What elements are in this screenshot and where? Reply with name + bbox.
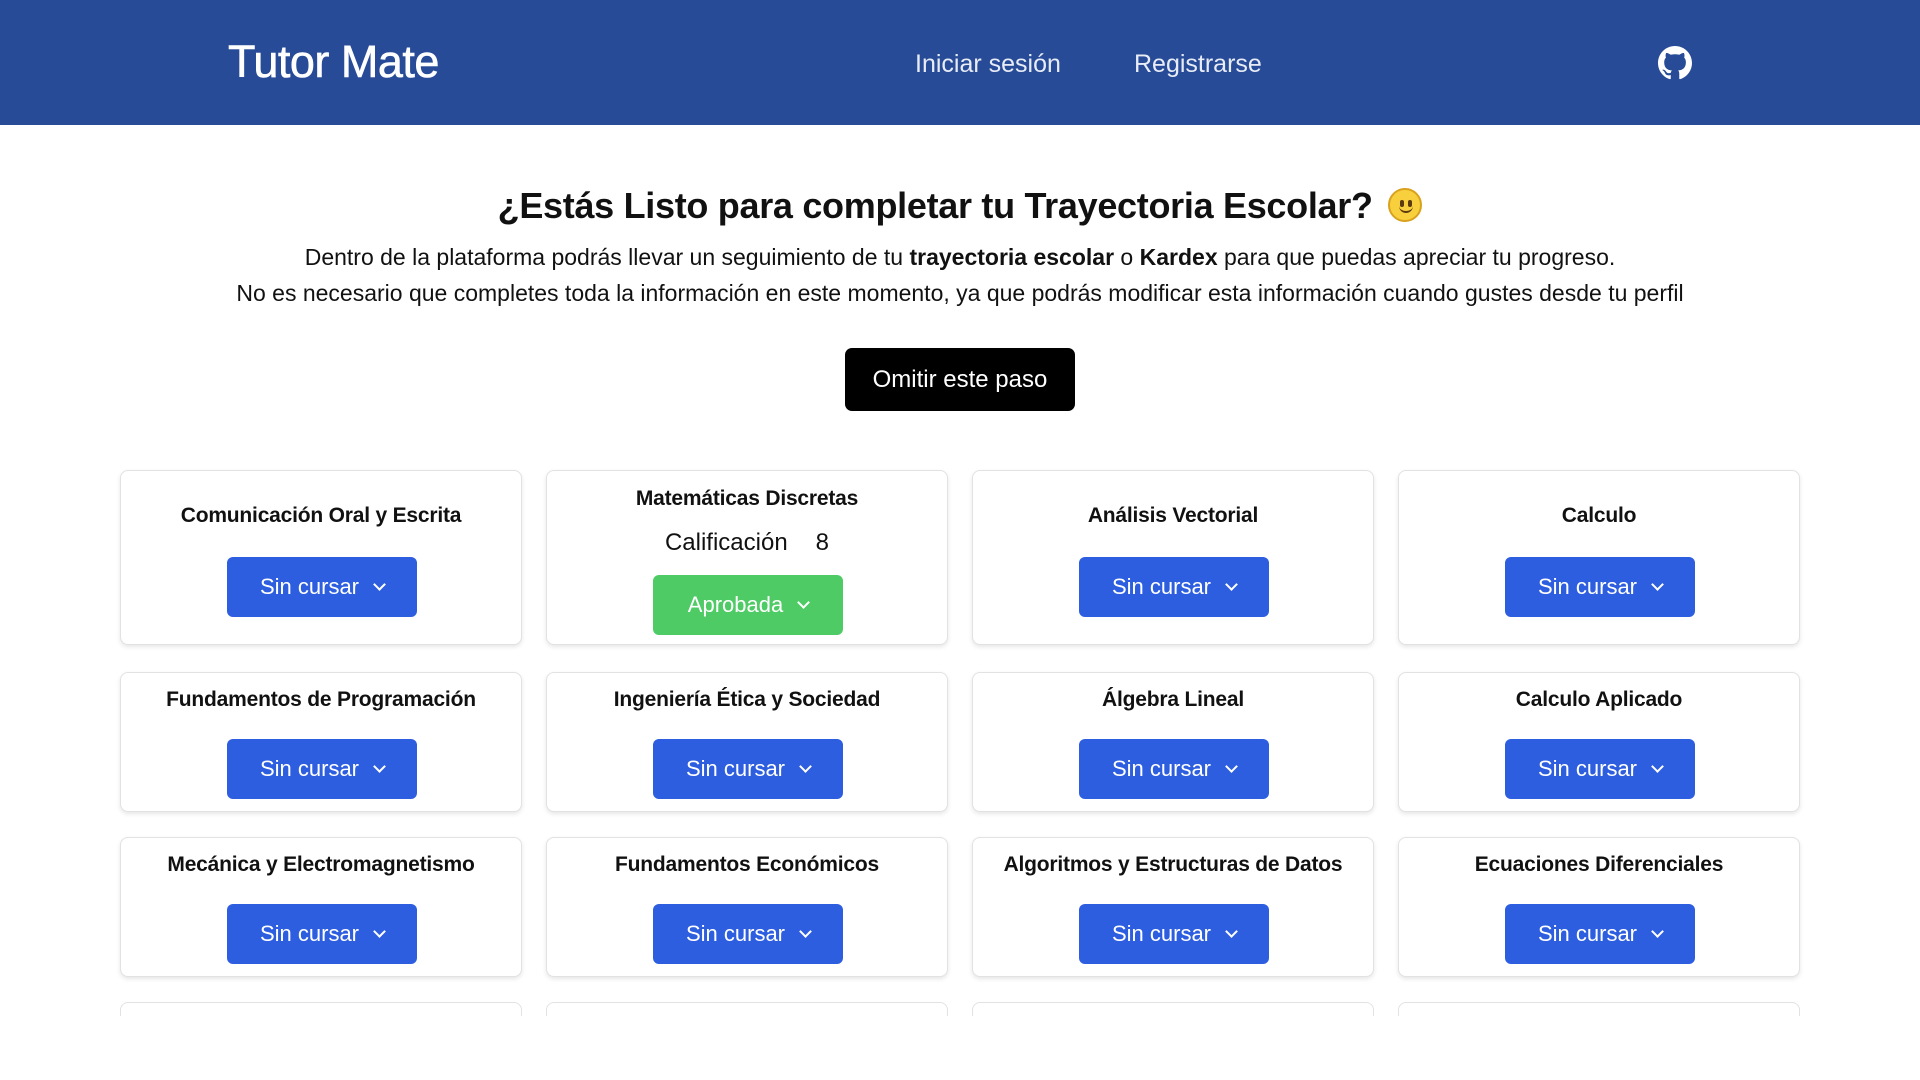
skip-step-button[interactable]: Omitir este paso <box>845 348 1075 411</box>
chevron-down-icon <box>1651 925 1664 938</box>
status-label: Sin cursar <box>1111 921 1212 946</box>
chevron-down-icon <box>799 925 812 938</box>
status-label: Sin cursar <box>685 921 786 946</box>
status-label: Sin cursar <box>1111 574 1212 599</box>
chevron-down-icon <box>1651 578 1664 591</box>
intro-section: ¿Estás Listo para completar tu Trayector… <box>0 185 1920 311</box>
subject-card: Ecuaciones Diferenciales Sin cursar <box>1398 837 1800 977</box>
status-dropdown-button[interactable]: Sin cursar <box>1079 904 1269 964</box>
github-icon[interactable] <box>1658 46 1692 80</box>
chevron-down-icon <box>1225 578 1238 591</box>
subject-card: Ingeniería Ética y Sociedad Sin cursar <box>546 672 948 812</box>
grade-value[interactable]: 8 <box>816 529 829 556</box>
intro-line-1: Dentro de la plataforma podrás llevar un… <box>0 239 1920 275</box>
subject-name: Fundamentos de Programación <box>166 688 476 711</box>
subject-name: Álgebra Lineal <box>1102 688 1244 711</box>
subject-card-partial <box>120 1002 522 1016</box>
subject-card: Calculo Aplicado Sin cursar <box>1398 672 1800 812</box>
status-dropdown-button[interactable]: Sin cursar <box>227 904 417 964</box>
status-dropdown-button[interactable]: Sin cursar <box>1079 739 1269 799</box>
chevron-down-icon <box>373 760 386 773</box>
chevron-down-icon <box>799 760 812 773</box>
subject-name: Calculo <box>1561 504 1637 527</box>
status-label: Aprobada <box>687 592 784 617</box>
page-title-text: ¿Estás Listo para completar tu Trayector… <box>497 185 1373 226</box>
subject-card: Matemáticas Discretas Calificación 8 Aproba… <box>546 470 948 645</box>
subject-name: Matemáticas Discretas <box>635 487 859 510</box>
intro-text-part: o <box>1114 244 1140 270</box>
status-label: Sin cursar <box>1111 756 1212 781</box>
subject-name: Ecuaciones Diferenciales <box>1474 853 1724 876</box>
intro-bold-kardex: Kardex <box>1139 244 1218 270</box>
subject-name: Fundamentos Económicos <box>615 853 879 876</box>
subject-card: Calculo Sin cursar <box>1398 470 1800 645</box>
status-dropdown-button[interactable]: Sin cursar <box>1079 557 1269 617</box>
intro-text-part: Dentro de la plataforma podrás llevar un… <box>304 244 910 270</box>
chevron-down-icon <box>1225 760 1238 773</box>
grade-row: Calificación 8 <box>547 529 947 557</box>
intro-text-part: para que puedas apreciar tu progreso. <box>1217 244 1616 270</box>
status-label: Sin cursar <box>1537 574 1638 599</box>
status-dropdown-button[interactable]: Aprobada <box>653 575 843 635</box>
subject-card: Análisis Vectorial Sin cursar <box>972 470 1374 645</box>
status-dropdown-button[interactable]: Sin cursar <box>1505 904 1695 964</box>
brand-logo[interactable]: Tutor Mate <box>228 36 440 88</box>
slightly-smiling-face-icon <box>1388 188 1423 222</box>
status-label: Sin cursar <box>259 921 360 946</box>
subject-card: Álgebra Lineal Sin cursar <box>972 672 1374 812</box>
subject-name: Análisis Vectorial <box>1087 504 1259 527</box>
subject-card: Algoritmos y Estructuras de Datos Sin cur… <box>972 837 1374 977</box>
status-label: Sin cursar <box>259 756 360 781</box>
register-link[interactable]: Registrarse <box>1134 50 1262 79</box>
chevron-down-icon <box>797 596 811 609</box>
chevron-down-icon <box>1651 760 1664 773</box>
subject-card: Fundamentos de Programación Sin cursar <box>120 672 522 812</box>
chevron-down-icon <box>373 578 386 591</box>
status-label: Sin cursar <box>1537 921 1638 946</box>
status-dropdown-button[interactable]: Sin cursar <box>227 739 417 799</box>
subject-name: Ingeniería Ética y Sociedad <box>613 688 881 711</box>
status-dropdown-button[interactable]: Sin cursar <box>227 557 417 617</box>
status-label: Sin cursar <box>259 574 360 599</box>
status-dropdown-button[interactable]: Sin cursar <box>653 904 843 964</box>
status-label: Sin cursar <box>685 756 786 781</box>
subject-name: Calculo Aplicado <box>1515 688 1683 711</box>
subject-card-partial <box>546 1002 948 1016</box>
intro-line-2: No es necesario que completes toda la in… <box>236 280 1684 306</box>
subject-card: Mecánica y Electromagnetismo Sin cursar <box>120 837 522 977</box>
chevron-down-icon <box>373 925 386 938</box>
intro-bold-trayectoria: trayectoria escolar <box>909 244 1115 270</box>
status-dropdown-button[interactable]: Sin cursar <box>653 739 843 799</box>
chevron-down-icon <box>1225 925 1238 938</box>
status-dropdown-button[interactable]: Sin cursar <box>1505 739 1695 799</box>
subject-card-partial <box>1398 1002 1800 1016</box>
subject-card-partial <box>972 1002 1374 1016</box>
page-title: ¿Estás Listo para completar tu Trayector… <box>0 185 1920 227</box>
subject-name: Algoritmos y Estructuras de Datos <box>1003 853 1343 876</box>
grade-label: Calificación <box>664 529 788 556</box>
login-link[interactable]: Iniciar sesión <box>915 50 1061 79</box>
subject-card: Comunicación Oral y Escrita Sin cursar <box>120 470 522 645</box>
status-dropdown-button[interactable]: Sin cursar <box>1505 557 1695 617</box>
subject-name: Mecánica y Electromagnetismo <box>167 853 475 876</box>
subject-card: Fundamentos Económicos Sin cursar <box>546 837 948 977</box>
status-label: Sin cursar <box>1537 756 1638 781</box>
subject-name: Comunicación Oral y Escrita <box>180 504 462 527</box>
navbar: Tutor Mate Iniciar sesión Registrarse <box>0 0 1920 125</box>
